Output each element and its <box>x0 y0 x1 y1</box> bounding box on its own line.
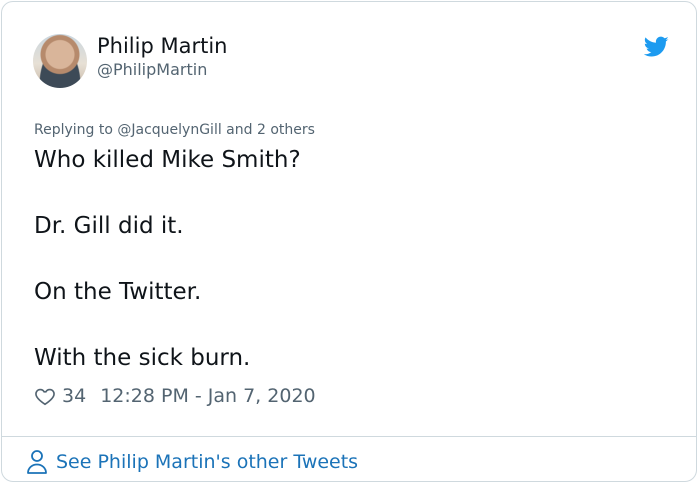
tweet-line: On the Twitter. <box>34 279 202 305</box>
timestamp[interactable]: 12:28 PM - Jan 7, 2020 <box>100 385 315 407</box>
like-count[interactable]: 34 <box>62 385 86 407</box>
avatar[interactable] <box>33 34 87 88</box>
person-outline-icon <box>27 450 47 474</box>
tweet-line: Who killed Mike Smith? <box>34 147 301 173</box>
divider <box>2 436 696 437</box>
see-other-tweets-label: See Philip Martin's other Tweets <box>56 451 359 473</box>
tweet-text: Who killed Mike Smith? Dr. Gill did it. … <box>34 144 674 408</box>
twitter-bird-icon[interactable] <box>644 36 669 58</box>
heart-outline-icon[interactable] <box>34 385 56 407</box>
tweet-line: Dr. Gill did it. <box>34 213 184 239</box>
tweet-line: With the sick burn. <box>34 345 251 371</box>
tweet-card: Philip Martin @PhilipMartin Replying to … <box>1 1 697 482</box>
author-name[interactable]: Philip Martin <box>97 34 227 58</box>
author-handle[interactable]: @PhilipMartin <box>97 60 207 79</box>
see-other-tweets-link[interactable]: See Philip Martin's other Tweets <box>26 449 358 475</box>
replying-to[interactable]: Replying to @JacquelynGill and 2 others <box>34 122 315 138</box>
tweet-meta: 34 12:28 PM - Jan 7, 2020 <box>34 385 316 407</box>
